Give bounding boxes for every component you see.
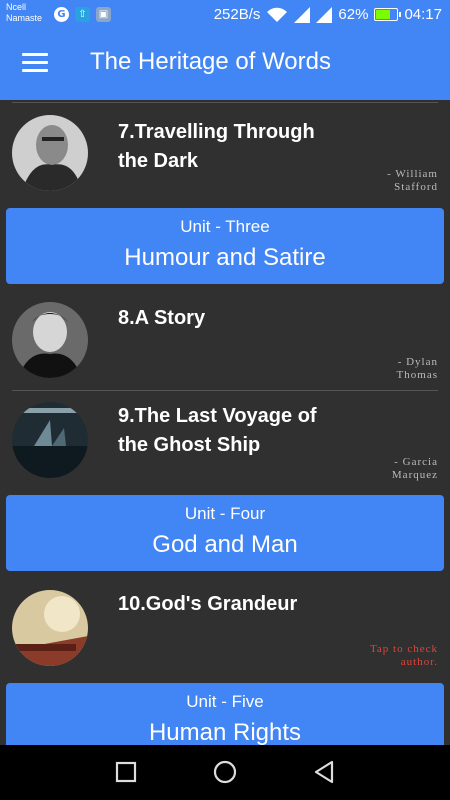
unit-card-five[interactable]: Unit - Five Human Rights — [6, 683, 444, 745]
lesson-author: - Dylan Thomas — [396, 356, 438, 381]
battery-percent: 62% — [338, 6, 369, 23]
upload-icon: ⇧ — [75, 7, 90, 22]
unit-card-four[interactable]: Unit - Four God and Man — [6, 495, 444, 571]
unit-name: Humour and Satire — [124, 244, 326, 271]
divider — [12, 390, 438, 391]
lesson-title: 8.A Story — [118, 307, 206, 329]
unit-name: God and Man — [152, 531, 298, 558]
unit-label: Unit - Three — [180, 217, 270, 236]
status-bar: Ncell Namaste G ⇧ ▣ 252B/s 62% 04:17 — [0, 0, 450, 30]
app-title: The Heritage of Words — [90, 48, 331, 75]
divider — [12, 102, 438, 103]
home-circle-icon[interactable] — [212, 759, 238, 785]
lesson-list[interactable]: 7.Travelling Through the Dark - William … — [0, 100, 450, 745]
book-cover-gods-grandeur — [12, 590, 88, 666]
lesson-title: 9.The Last Voyage of the Ghost Ship — [118, 405, 317, 456]
lesson-item-7[interactable]: 7.Travelling Through the Dark - William … — [0, 108, 450, 193]
signal-icon — [294, 6, 311, 23]
recents-square-icon[interactable] — [113, 759, 139, 785]
app-bar: The Heritage of Words — [0, 30, 450, 100]
battery-icon — [374, 8, 402, 21]
lesson-item-10[interactable]: 10.God's Grandeur Tap to check author. — [0, 580, 450, 668]
lesson-author: - William Stafford — [387, 168, 438, 193]
author-avatar-dylan-thomas — [12, 302, 88, 378]
lesson-item-8[interactable]: 8.A Story - Dylan Thomas — [0, 294, 450, 381]
system-nav-bar — [0, 745, 450, 800]
wifi-icon — [267, 7, 288, 22]
back-triangle-icon[interactable] — [312, 759, 338, 785]
author-avatar-william-stafford — [12, 115, 88, 191]
book-cover-ghost-ship — [12, 402, 88, 478]
tap-to-check-author-hint[interactable]: Tap to check author. — [328, 643, 438, 669]
signal-icon — [316, 6, 333, 23]
lesson-title: 10.God's Grandeur — [118, 593, 298, 615]
lesson-title: 7.Travelling Through the Dark — [118, 121, 315, 172]
unit-name: Human Rights — [148, 719, 302, 745]
battery-level — [376, 10, 391, 19]
lesson-item-9[interactable]: 9.The Last Voyage of the Ghost Ship - Ga… — [0, 392, 450, 481]
image-icon: ▣ — [96, 7, 111, 22]
carrier-name: Ncell Namaste — [6, 2, 43, 23]
unit-label: Unit - Four — [184, 504, 266, 523]
lesson-author: - Garcia Marquez — [391, 456, 438, 481]
google-icon: G — [54, 7, 69, 22]
network-speed: 252B/s — [213, 6, 261, 23]
unit-card-three[interactable]: Unit - Three Humour and Satire — [6, 208, 444, 284]
clock: 04:17 — [404, 6, 442, 23]
unit-label: Unit - Five — [186, 692, 264, 711]
hamburger-menu-icon[interactable] — [22, 53, 48, 75]
